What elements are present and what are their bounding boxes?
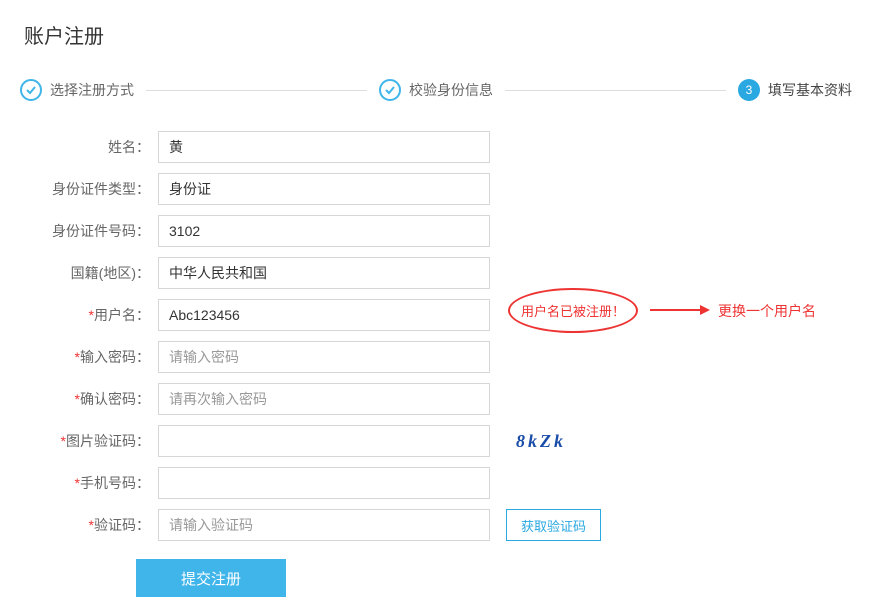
label-confirm: *确认密码： [28,389,158,409]
username-input[interactable] [158,299,490,331]
confirm-password-input[interactable] [158,383,490,415]
smscode-input[interactable] [158,509,490,541]
idtype-input[interactable] [158,173,490,205]
label-phone: *手机号码： [28,473,158,493]
row-nation: 国籍(地区)： [28,257,872,289]
row-captcha: *图片验证码： 8kZk [28,425,872,457]
label-username: *用户名： [28,305,158,325]
label-smscode: *验证码： [28,515,158,535]
step-1: 选择注册方式 [20,79,134,101]
steps-indicator: 选择注册方式 校验身份信息 3 填写基本资料 [0,69,872,131]
label-idtype: 身份证件类型： [28,179,158,199]
label-nation: 国籍(地区)： [28,263,158,283]
registration-form: 姓名： 身份证件类型： 身份证件号码： 国籍(地区)： *用户名： *输入密码：… [0,131,872,597]
page-title: 账户注册 [0,0,872,69]
idno-input[interactable] [158,215,490,247]
check-icon [379,79,401,101]
step-2-label: 校验身份信息 [409,80,493,100]
step-1-label: 选择注册方式 [50,80,134,100]
row-smscode: *验证码： 获取验证码 [28,509,872,541]
label-captcha: *图片验证码： [28,431,158,451]
step-number-icon: 3 [738,79,760,101]
label-name: 姓名： [28,137,158,157]
row-idno: 身份证件号码： [28,215,872,247]
password-input[interactable] [158,341,490,373]
label-idno: 身份证件号码： [28,221,158,241]
nation-input[interactable] [158,257,490,289]
step-connector [505,90,726,91]
row-username: *用户名： [28,299,872,331]
step-connector [146,90,367,91]
label-password: *输入密码： [28,347,158,367]
check-icon [20,79,42,101]
name-input[interactable] [158,131,490,163]
step-3-label: 填写基本资料 [768,80,852,100]
row-idtype: 身份证件类型： [28,173,872,205]
row-name: 姓名： [28,131,872,163]
step-2: 校验身份信息 [379,79,493,101]
step-3: 3 填写基本资料 [738,79,852,101]
get-verify-code-button[interactable]: 获取验证码 [506,509,601,541]
phone-input[interactable] [158,467,490,499]
row-password: *输入密码： [28,341,872,373]
submit-button[interactable]: 提交注册 [136,559,286,597]
captcha-input[interactable] [158,425,490,457]
row-confirm: *确认密码： [28,383,872,415]
captcha-image[interactable]: 8kZk [506,426,576,456]
row-phone: *手机号码： [28,467,872,499]
